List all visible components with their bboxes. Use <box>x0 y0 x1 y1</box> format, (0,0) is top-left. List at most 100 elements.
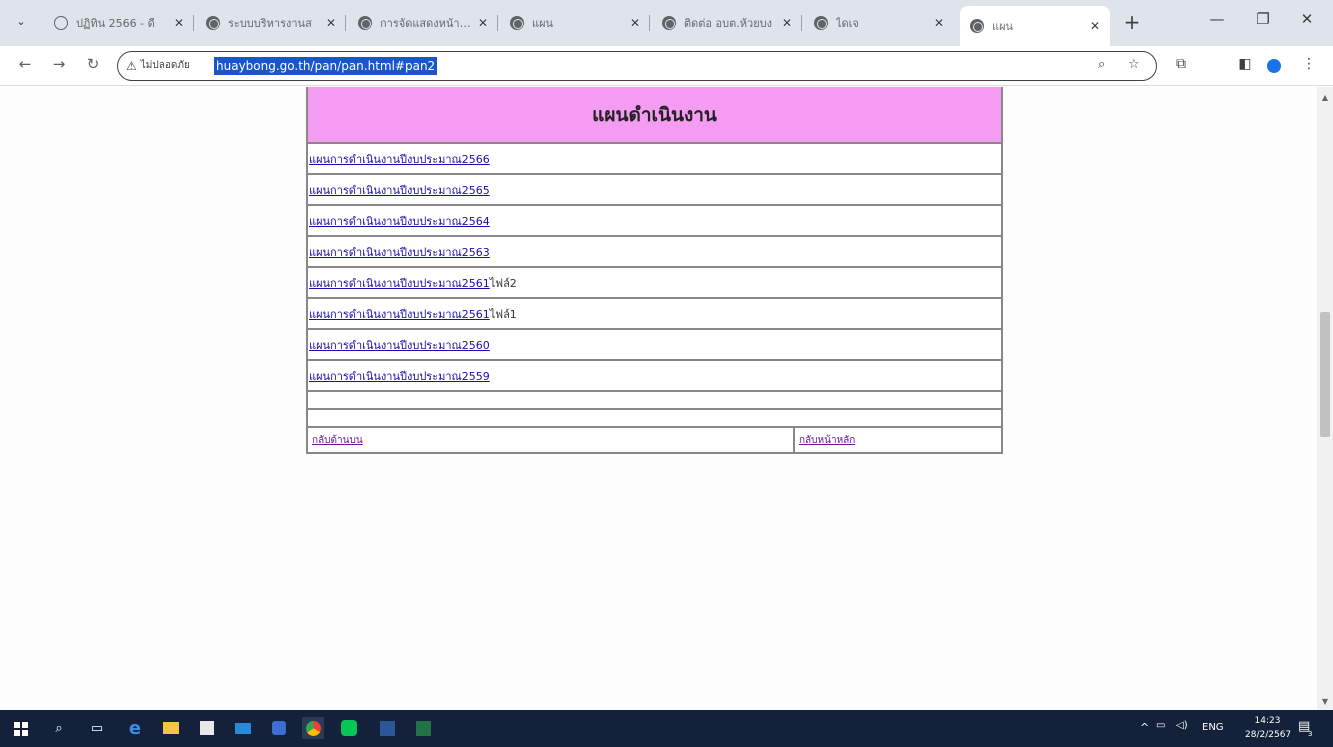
calendar-icon <box>54 16 68 30</box>
globe-icon <box>358 16 372 30</box>
menu-kebab-icon[interactable]: ⋮ <box>1298 56 1320 72</box>
table-footer: กลับด้านบน กลับหน้าหลัก <box>308 428 1001 452</box>
tab-title: การจัดแสดงหน้าเว็บ <box>380 17 472 30</box>
minimize-button[interactable]: — <box>1202 10 1232 28</box>
close-icon[interactable]: ✕ <box>934 16 944 30</box>
store-icon[interactable] <box>196 717 218 739</box>
network-icon[interactable]: ▭ <box>1156 720 1165 731</box>
clock-time: 14:23 <box>1254 716 1281 726</box>
security-label: ไม่ปลอดภัย <box>140 60 190 71</box>
url-text[interactable]: huaybong.go.th/pan/pan.html#pan2 <box>214 57 438 75</box>
home-link[interactable]: กลับหน้าหลัก <box>799 433 855 448</box>
new-tab-button[interactable]: + <box>1120 10 1144 34</box>
tab-strip: ⌄ ปฏิทิน 2566 - ดื ✕ ระบบบริหารงานส ✕ กา… <box>0 0 1333 46</box>
file-suffix: ไฟล์1 <box>489 307 517 321</box>
back-to-top-link[interactable]: กลับด้านบน <box>312 433 363 448</box>
table-row: แผนการดำเนินงานปีงบประมาณ2565 <box>308 175 1001 206</box>
globe-icon <box>206 16 220 30</box>
mail-icon[interactable] <box>232 717 254 739</box>
chrome-icon[interactable] <box>302 717 324 739</box>
scroll-down-arrow-icon[interactable]: ▼ <box>1317 697 1333 706</box>
notification-count: 3 <box>1308 730 1313 738</box>
browser-tab-active[interactable]: แผน ✕ <box>960 6 1110 46</box>
security-indicator[interactable]: ⚠ ไม่ปลอดภัย <box>126 58 190 73</box>
file-explorer-icon[interactable] <box>160 717 182 739</box>
side-panel-icon[interactable]: ◧ <box>1234 56 1256 72</box>
table-row: แผนการดำเนินงานปีงบประมาณ2561 ไฟล์2 <box>308 268 1001 299</box>
plan-link-2560[interactable]: แผนการดำเนินงานปีงบประมาณ2560 <box>309 336 490 354</box>
plan-table: แผนดำเนินงาน แผนการดำเนินงานปีงบประมาณ25… <box>306 87 1003 454</box>
browser-tab-6[interactable]: ไดเจ ✕ <box>804 8 954 38</box>
empty-row <box>308 410 1001 428</box>
tab-title: ระบบบริหารงานส <box>228 17 312 30</box>
browser-toolbar: ← → ↻ ⚠ ไม่ปลอดภัย huaybong.go.th/pan/pa… <box>0 46 1333 86</box>
browser-tab-2[interactable]: ระบบบริหารงานส ✕ <box>196 8 346 38</box>
tab-search-chevron-icon[interactable]: ⌄ <box>12 13 30 31</box>
zoom-icon[interactable]: ⌕ <box>1098 57 1105 72</box>
plan-link-2561-file1[interactable]: แผนการดำเนินงานปีงบประมาณ2561 <box>309 305 490 323</box>
plan-link-2566[interactable]: แผนการดำเนินงานปีงบประมาณ2566 <box>309 150 490 168</box>
globe-icon <box>662 16 676 30</box>
tab-title: แผน <box>532 17 554 30</box>
close-icon[interactable]: ✕ <box>326 16 336 30</box>
table-row: แผนการดำเนินงานปีงบประมาณ2561 ไฟล์1 <box>308 299 1001 330</box>
plan-link-2565[interactable]: แผนการดำเนินงานปีงบประมาณ2565 <box>309 181 490 199</box>
table-row: แผนการดำเนินงานปีงบประมาณ2560 <box>308 330 1001 361</box>
back-arrow-icon[interactable]: ← <box>14 55 36 73</box>
bookmark-star-icon[interactable]: ☆ <box>1128 57 1140 72</box>
tab-title: แผน <box>992 20 1014 33</box>
browser-tab-4[interactable]: แผน ✕ <box>500 8 650 38</box>
close-icon[interactable]: ✕ <box>1090 19 1100 33</box>
excel-icon[interactable] <box>412 717 434 739</box>
windows-taskbar: ⌕ ▭ e ^ ▭ ◁) ENG 14:23 28/2/2567 ▤ 3 <box>0 710 1333 747</box>
plan-link-2564[interactable]: แผนการดำเนินงานปีงบประมาณ2564 <box>309 212 490 230</box>
page-viewport: แผนดำเนินงาน แผนการดำเนินงานปีงบประมาณ25… <box>0 87 1317 710</box>
edge-browser-icon[interactable]: e <box>124 717 146 739</box>
close-icon[interactable]: ✕ <box>174 16 184 30</box>
plan-link-2559[interactable]: แผนการดำเนินงานปีงบประมาณ2559 <box>309 367 490 385</box>
scroll-up-arrow-icon[interactable]: ▲ <box>1317 93 1333 102</box>
table-row: แผนการดำเนินงานปีงบประมาณ2566 <box>308 144 1001 175</box>
vertical-scrollbar[interactable]: ▲ ▼ <box>1317 87 1333 710</box>
browser-tab-1[interactable]: ปฏิทิน 2566 - ดื ✕ <box>44 8 194 38</box>
windows-start-icon[interactable] <box>14 722 28 736</box>
search-icon[interactable]: ⌕ <box>48 717 70 739</box>
browser-tab-3[interactable]: การจัดแสดงหน้าเว็บ ✕ <box>348 8 498 38</box>
profile-avatar[interactable] <box>1267 59 1281 73</box>
reload-icon[interactable]: ↻ <box>82 55 104 73</box>
globe-icon <box>510 16 524 30</box>
line-chat-icon[interactable] <box>338 717 360 739</box>
close-window-button[interactable]: ✕ <box>1292 10 1322 28</box>
tab-title: ปฏิทิน 2566 - ดื <box>76 17 155 30</box>
warning-icon: ⚠ <box>126 58 137 73</box>
plan-link-2563[interactable]: แผนการดำเนินงานปีงบประมาณ2563 <box>309 243 490 261</box>
app-icon[interactable] <box>268 717 290 739</box>
browser-tab-5[interactable]: ติดต่อ อบต.ห้วยบง ✕ <box>652 8 802 38</box>
globe-icon <box>814 16 828 30</box>
clock-date: 28/2/2567 <box>1245 730 1292 740</box>
file-suffix: ไฟล์2 <box>489 276 517 290</box>
plan-link-2561-file2[interactable]: แผนการดำเนินงานปีงบประมาณ2561 <box>309 274 490 292</box>
restore-button[interactable]: ❐ <box>1248 10 1278 28</box>
language-indicator[interactable]: ENG <box>1202 722 1224 733</box>
tray-chevron-icon[interactable]: ^ <box>1140 721 1149 734</box>
task-view-icon[interactable]: ▭ <box>86 717 108 739</box>
close-icon[interactable]: ✕ <box>782 16 792 30</box>
tab-title: ไดเจ <box>836 17 859 30</box>
tab-title: ติดต่อ อบต.ห้วยบง <box>684 17 772 30</box>
table-row: แผนการดำเนินงานปีงบประมาณ2559 <box>308 361 1001 392</box>
clock[interactable]: 14:23 28/2/2567 <box>1245 714 1292 742</box>
forward-arrow-icon[interactable]: → <box>48 55 70 73</box>
close-icon[interactable]: ✕ <box>478 16 488 30</box>
table-row: แผนการดำเนินงานปีงบประมาณ2563 <box>308 237 1001 268</box>
volume-icon[interactable]: ◁) <box>1176 720 1188 731</box>
extensions-icon[interactable]: ⧉ <box>1170 56 1192 72</box>
empty-row <box>308 392 1001 410</box>
word-icon[interactable] <box>376 717 398 739</box>
globe-icon <box>970 19 984 33</box>
close-icon[interactable]: ✕ <box>630 16 640 30</box>
page-title: แผนดำเนินงาน <box>308 87 1001 144</box>
address-bar[interactable]: ⚠ ไม่ปลอดภัย huaybong.go.th/pan/pan.html… <box>117 51 1157 81</box>
scroll-thumb[interactable] <box>1320 312 1330 437</box>
table-row: แผนการดำเนินงานปีงบประมาณ2564 <box>308 206 1001 237</box>
